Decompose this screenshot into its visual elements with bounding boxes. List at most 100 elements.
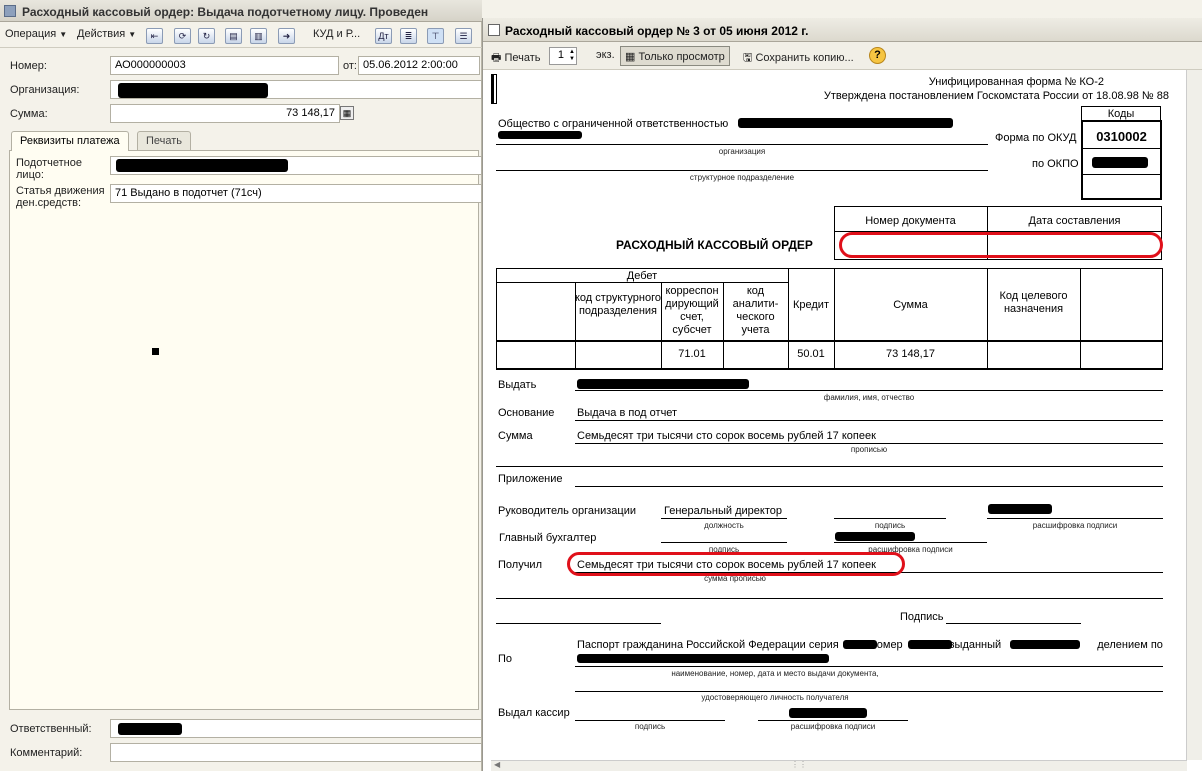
- divider: [661, 542, 787, 543]
- red-annotation-circle: [839, 232, 1163, 258]
- received-label: Получил: [498, 559, 542, 571]
- filter-icon[interactable]: ⊤: [427, 28, 444, 44]
- copies-value: 1: [557, 49, 564, 61]
- issue-label: Выдать: [498, 379, 537, 391]
- decode-caption: расшифровка подписи: [1032, 521, 1118, 530]
- redaction: [843, 640, 877, 649]
- attachment-label: Приложение: [498, 473, 563, 485]
- divider: [575, 666, 1163, 667]
- redaction: [835, 532, 915, 541]
- divider: [496, 170, 988, 171]
- divider: [575, 691, 1163, 692]
- document-icon: [488, 24, 500, 36]
- cell-sum: 73 148,17: [886, 348, 935, 360]
- structure-icon[interactable]: ▥: [250, 28, 267, 44]
- list-icon[interactable]: ☰: [455, 28, 472, 44]
- structural-unit-caption: структурное подразделение: [689, 173, 795, 182]
- copy-document-icon[interactable]: ▤: [225, 28, 242, 44]
- divider: [1080, 268, 1081, 370]
- scroll-thumb-grip-icon[interactable]: ⋮⋮: [791, 760, 807, 769]
- divider: [661, 518, 787, 519]
- number-field[interactable]: АО000000003: [110, 56, 339, 75]
- calculator-icon[interactable]: ▦: [340, 106, 354, 120]
- print-button-label: Печать: [504, 52, 541, 64]
- redaction: [1092, 157, 1148, 168]
- chevron-down-icon: ▼: [128, 30, 137, 39]
- help-icon[interactable]: ?: [869, 47, 886, 64]
- sum-field[interactable]: 73 148,17: [110, 104, 340, 123]
- horizontal-scrollbar[interactable]: ◀ ⋮⋮: [491, 760, 1187, 771]
- date-field[interactable]: 05.06.2012 2:00:00: [358, 56, 480, 75]
- copies-stepper[interactable]: 1 ▲ ▼: [549, 47, 577, 65]
- in-words-caption: прописью: [850, 445, 888, 454]
- divider: [1081, 148, 1162, 149]
- scroll-left-arrow-icon[interactable]: ◀: [494, 760, 500, 769]
- comment-field[interactable]: [110, 743, 482, 762]
- sum-label: Сумма:: [10, 108, 48, 120]
- decode-caption-3: расшифровка подписи: [790, 722, 876, 731]
- unified-form-caption: Унифицированная форма № КО-2: [928, 76, 1104, 88]
- divider: [946, 623, 1081, 624]
- divider: [496, 598, 1163, 599]
- debit-credit-icon[interactable]: Дт: [375, 28, 392, 44]
- vertical-scrollbar[interactable]: [1186, 70, 1202, 760]
- col-analytic-code: код аналити-ческого учета: [732, 285, 779, 336]
- divider: [496, 144, 988, 145]
- form-title: Расходный кассовый ордер: Выдача подотче…: [22, 5, 429, 19]
- redaction: [1010, 640, 1080, 649]
- signature-label: Подпись: [900, 611, 944, 623]
- position-caption: должность: [704, 521, 744, 530]
- tab-print[interactable]: Печать: [137, 131, 192, 150]
- responsible-label: Ответственный:: [10, 723, 92, 735]
- col-target-code: Код целевого назначения: [999, 290, 1068, 315]
- kud-report-button[interactable]: КУД и Р...: [313, 28, 360, 44]
- redaction: [118, 723, 182, 735]
- tab-panel: [9, 150, 479, 710]
- save-copy-label: Сохранить копию...: [755, 52, 854, 64]
- spin-arrows-icon[interactable]: ▲ ▼: [569, 49, 575, 63]
- save-copy-button[interactable]: 🖫 Сохранить копию...: [739, 46, 858, 66]
- head-label: Руководитель организации: [498, 505, 637, 517]
- form-title-bar: Расходный кассовый ордер: Выдача подотче…: [0, 0, 482, 22]
- doc-date-header: Дата составления: [1028, 215, 1121, 227]
- operation-menu[interactable]: Операция ▼: [5, 28, 67, 44]
- print-button[interactable]: 🖶 Печать: [487, 46, 545, 66]
- divider: [575, 486, 1163, 487]
- cashier-label: Выдал кассир: [498, 707, 570, 719]
- view-only-toggle[interactable]: ▦ Только просмотр: [620, 46, 730, 66]
- chevron-down-icon: ▼: [59, 30, 68, 39]
- post-document-icon[interactable]: ⇤: [146, 28, 163, 44]
- sum-label: Сумма: [498, 430, 533, 442]
- redaction: [908, 640, 952, 649]
- actions-menu[interactable]: Действия ▼: [77, 28, 136, 44]
- cell-corr-account: 71.01: [678, 348, 706, 360]
- divider: [496, 466, 1163, 467]
- preview-title: Расходный кассовый ордер № 3 от 05 июня …: [505, 24, 809, 38]
- printer-icon: 🖶: [491, 52, 502, 64]
- debit-header: Дебет: [626, 270, 658, 282]
- sum-in-words: Семьдесят три тысячи сто сорок восемь ру…: [577, 430, 876, 442]
- print-preview-window: Расходный кассовый ордер № 3 от 05 июня …: [482, 18, 1202, 771]
- approval-caption: Утверждена постановлением Госкомстата Ро…: [823, 90, 1169, 102]
- go-to-icon[interactable]: ➜: [278, 28, 295, 44]
- passport-issued-label: выданный: [948, 639, 1002, 651]
- col-credit: Кредит: [792, 299, 829, 311]
- divider: [987, 268, 988, 370]
- operation-menu-label: Операция: [5, 28, 57, 40]
- cash-flow-item-field[interactable]: 71 Выдано в подотчет (71сч): [110, 184, 482, 203]
- tab-payment-details[interactable]: Реквизиты платежа: [11, 131, 129, 151]
- passport-department: делением по: [1097, 639, 1163, 651]
- identity-caption: удостоверяющего личность получателя: [701, 693, 849, 702]
- form-toolbar: Операция ▼ Действия ▼ ⇤ ⟳ ↻ ▤ ▥ ➜ КУД и Р.…: [0, 24, 482, 48]
- refresh-icon[interactable]: ⟳: [174, 28, 191, 44]
- view-only-icon: ▦: [625, 51, 636, 63]
- col-corr-account: корреспон дирующий счет, субсчет: [665, 285, 719, 336]
- divider: [496, 282, 788, 283]
- red-annotation-circle: [567, 552, 905, 576]
- divider: [758, 720, 908, 721]
- divider: [575, 390, 1163, 391]
- cell-credit: 50.01: [797, 348, 825, 360]
- divider: [1081, 174, 1162, 175]
- report-icon[interactable]: ≣: [400, 28, 417, 44]
- reread-icon[interactable]: ↻: [198, 28, 215, 44]
